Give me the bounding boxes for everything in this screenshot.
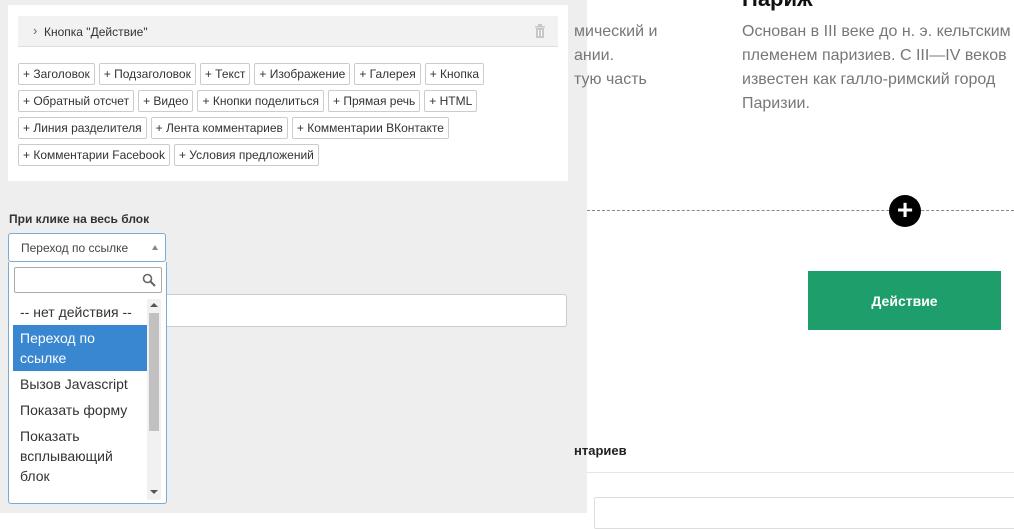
add-element-chip[interactable]: + Текст	[199, 63, 251, 85]
dropdown-options: -- нет действия -- Переход по ссылке Вызов…	[13, 299, 149, 489]
select-value: Переход по ссылке	[21, 241, 129, 255]
click-action-select[interactable]: Переход по ссылке	[8, 233, 166, 262]
click-action-label: При клике на весь блок	[9, 212, 150, 226]
add-element-chip[interactable]: + Обратный отсчет	[18, 90, 135, 112]
scroll-up-icon[interactable]	[150, 303, 158, 307]
add-element-chip[interactable]: + Прямая речь	[328, 90, 421, 112]
caret-up-icon	[152, 245, 158, 250]
chip-row: + Обратный отсчет + Видео + Кнопки поделит…	[18, 90, 538, 112]
add-element-chip[interactable]: + Видео	[138, 90, 194, 112]
dropdown-scrollbar[interactable]	[147, 299, 161, 500]
comments-title: нтариев	[574, 443, 627, 458]
preview-text-line: мический и	[574, 23, 658, 40]
add-element-chip[interactable]: + Кнопка	[424, 63, 485, 85]
trash-icon[interactable]	[534, 24, 546, 38]
plus-icon: +	[896, 194, 914, 225]
add-block-button[interactable]: +	[889, 195, 921, 227]
dropdown-option[interactable]: Вызов Javascript	[13, 371, 149, 397]
chip-row: + Линия разделителя + Лента комментариев +…	[18, 117, 538, 139]
chevron-right-icon: ›	[33, 23, 38, 38]
add-element-chip[interactable]: + Кнопки поделиться	[197, 90, 325, 112]
dropdown-search-input[interactable]	[14, 267, 162, 293]
dropdown-option[interactable]: Показать форму	[13, 397, 149, 423]
link-url-input[interactable]	[163, 294, 567, 327]
preview-text-right: Основан в III веке до н. э. кельтским пл…	[742, 23, 1011, 112]
preview-text-line: ании.	[574, 47, 615, 64]
add-element-chip[interactable]: + Подзаголовок	[98, 63, 196, 85]
chip-row: + Заголовок + Подзаголовок + Текст + Изобра…	[18, 63, 538, 85]
block-settings-card: › Кнопка "Действие" + Заголовок + Подзаго…	[8, 5, 568, 181]
add-element-chip[interactable]: + Условия предложений	[173, 144, 319, 166]
add-element-chip[interactable]: + Изображение	[254, 63, 351, 85]
add-element-chip[interactable]: + Комментарии Facebook	[18, 144, 170, 166]
comments-divider	[587, 472, 1014, 473]
add-element-chip[interactable]: + Линия разделителя	[18, 117, 147, 139]
dropdown-option[interactable]: -- нет действия --	[13, 299, 149, 325]
chip-row: + Комментарии Facebook + Условия предложе…	[18, 144, 538, 166]
action-button[interactable]: Действие	[808, 271, 1001, 330]
accordion-label: Кнопка "Действие"	[44, 25, 148, 39]
section-divider	[587, 210, 1014, 211]
scrollbar-thumb[interactable]	[149, 313, 159, 431]
scroll-down-icon[interactable]	[150, 490, 158, 494]
preview-heading: Париж	[742, 0, 813, 12]
editor-panel: › Кнопка "Действие" + Заголовок + Подзаго…	[0, 0, 587, 513]
dropdown-option[interactable]: Показать всплывающий блок	[13, 423, 149, 489]
add-element-chip[interactable]: + HTML	[424, 90, 478, 112]
add-element-chip[interactable]: + Галерея	[354, 63, 421, 85]
preview-text-left: мический и ании. тую часть	[574, 20, 724, 92]
add-element-chip[interactable]: + Заголовок	[18, 63, 95, 85]
preview-text-line: тую часть	[574, 71, 647, 88]
dropdown-option[interactable]: Переход по ссылке	[13, 325, 149, 371]
search-icon	[142, 273, 156, 287]
select-dropdown: -- нет действия -- Переход по ссылке Вызов…	[8, 262, 167, 504]
add-element-chips: + Заголовок + Подзаголовок + Текст + Изобра…	[18, 63, 538, 171]
accordion-action-button[interactable]: › Кнопка "Действие"	[18, 16, 558, 47]
add-element-chip[interactable]: + Лента комментариев	[150, 117, 288, 139]
comment-input[interactable]	[594, 497, 1014, 529]
add-element-chip[interactable]: + Комментарии ВКонтакте	[291, 117, 449, 139]
